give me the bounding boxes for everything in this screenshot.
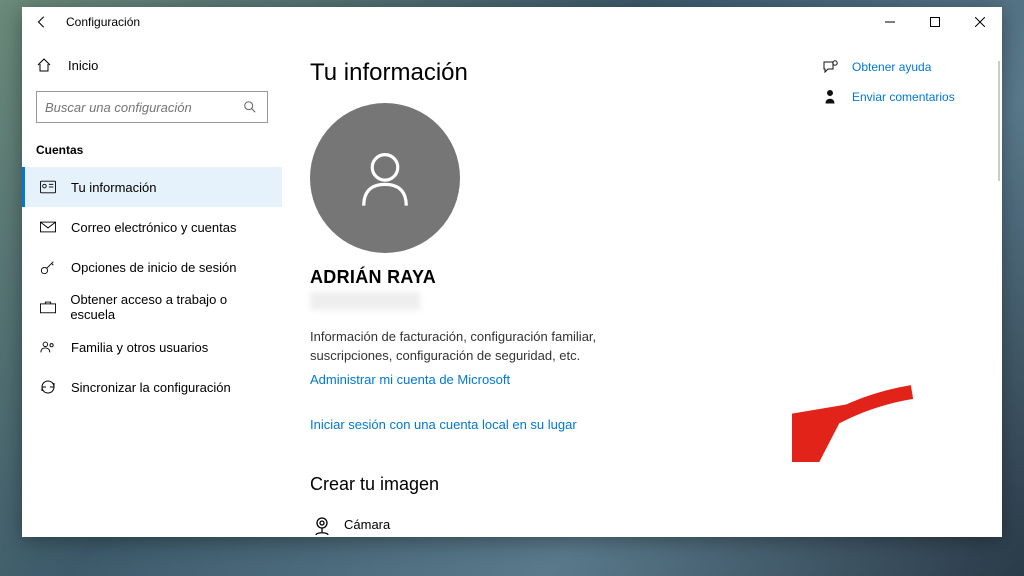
get-help-label: Obtener ayuda	[852, 60, 931, 74]
sidebar-item-signin-options[interactable]: Opciones de inicio de sesión	[22, 247, 282, 287]
camera-icon	[310, 511, 344, 537]
local-account-signin-link[interactable]: Iniciar sesión con una cuenta local en s…	[310, 417, 577, 432]
annotation-arrow	[792, 382, 922, 462]
sidebar-item-label: Tu información	[71, 180, 157, 195]
manage-microsoft-account-link[interactable]: Administrar mi cuenta de Microsoft	[310, 372, 510, 387]
home-icon	[36, 57, 54, 73]
scrollbar[interactable]	[998, 61, 1000, 181]
window-body: Inicio Cuentas Tu información Correo	[22, 37, 1002, 537]
titlebar: Configuración	[22, 7, 1002, 37]
settings-window: Configuración Inicio Cuentas	[22, 7, 1002, 537]
mail-icon	[39, 221, 57, 233]
minimize-button[interactable]	[867, 7, 912, 37]
get-help-link[interactable]: Obtener ayuda	[822, 59, 982, 75]
sidebar-item-label: Correo electrónico y cuentas	[71, 220, 236, 235]
create-image-heading: Crear tu imagen	[310, 474, 982, 495]
sidebar: Inicio Cuentas Tu información Correo	[22, 37, 282, 537]
sidebar-item-label: Familia y otros usuarios	[71, 340, 208, 355]
back-button[interactable]	[22, 7, 62, 37]
camera-label: Cámara	[344, 517, 390, 532]
nav-home[interactable]: Inicio	[22, 45, 282, 85]
account-email-redacted	[310, 292, 420, 310]
key-icon	[39, 259, 57, 275]
window-controls	[867, 7, 1002, 37]
sidebar-section-title: Cuentas	[22, 135, 282, 167]
sidebar-item-label: Sincronizar la configuración	[71, 380, 231, 395]
search-input[interactable]	[45, 100, 243, 115]
feedback-link[interactable]: Enviar comentarios	[822, 89, 982, 105]
account-username: ADRIÁN RAYA	[310, 267, 982, 288]
search-icon	[243, 100, 259, 114]
people-icon	[39, 340, 57, 354]
close-button[interactable]	[957, 7, 1002, 37]
sidebar-item-label: Opciones de inicio de sesión	[71, 260, 237, 275]
sidebar-item-email-accounts[interactable]: Correo electrónico y cuentas	[22, 207, 282, 247]
sidebar-item-work-school[interactable]: Obtener acceso a trabajo o escuela	[22, 287, 282, 327]
sidebar-item-label: Obtener acceso a trabajo o escuela	[70, 292, 268, 322]
search-box[interactable]	[36, 91, 268, 123]
billing-description: Información de facturación, configuració…	[310, 328, 650, 366]
content-pane: Tu información ADRIÁN RAYA Información d…	[282, 37, 1002, 537]
feedback-label: Enviar comentarios	[852, 90, 955, 104]
maximize-button[interactable]	[912, 7, 957, 37]
sidebar-item-sync[interactable]: Sincronizar la configuración	[22, 367, 282, 407]
camera-option[interactable]: Cámara	[310, 511, 982, 537]
sync-icon	[39, 379, 57, 395]
sidebar-item-family-users[interactable]: Familia y otros usuarios	[22, 327, 282, 367]
nav-home-label: Inicio	[68, 58, 98, 73]
help-icon	[822, 59, 842, 75]
help-panel: Obtener ayuda Enviar comentarios	[822, 59, 982, 119]
sidebar-item-your-info[interactable]: Tu información	[22, 167, 282, 207]
id-card-icon	[39, 180, 57, 194]
avatar	[310, 103, 460, 253]
briefcase-icon	[39, 300, 56, 314]
window-title: Configuración	[66, 15, 140, 29]
feedback-icon	[822, 89, 842, 105]
